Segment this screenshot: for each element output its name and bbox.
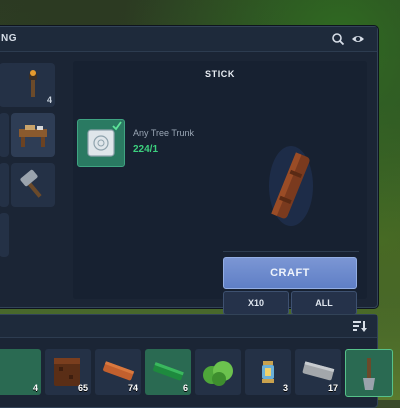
recipe-hammer[interactable] <box>11 163 55 207</box>
sort-icon[interactable] <box>353 320 367 332</box>
panel-title: NG <box>1 33 17 44</box>
recipe-torch[interactable]: 4 <box>11 63 55 107</box>
inventory-slot[interactable]: 65 <box>45 349 91 395</box>
ingredient-name: Any Tree Trunk <box>133 128 195 138</box>
inventory-slot[interactable]: 4 <box>0 349 41 395</box>
craft-all-button[interactable]: ALL <box>291 291 357 315</box>
ingredient-slot[interactable] <box>77 119 125 167</box>
recipe-title: STICK <box>205 69 235 79</box>
item-count: 3 <box>282 383 288 393</box>
recipe-cell[interactable] <box>0 113 9 157</box>
ingredient-count: 224/1 <box>133 144 159 155</box>
inventory-slot-selected[interactable] <box>345 349 393 397</box>
crafting-panel: NG 4 STICK Any Tree Trunk 224/1 CRAFT X1… <box>0 26 378 315</box>
inventory-slot[interactable]: 3 <box>245 349 291 395</box>
item-count: 4 <box>32 383 38 393</box>
stick-icon <box>263 141 319 231</box>
hammer-icon <box>11 163 55 207</box>
search-icon[interactable] <box>331 32 345 46</box>
workbench-icon <box>11 113 55 157</box>
craft-button[interactable]: CRAFT <box>223 257 357 289</box>
recipe-workbench[interactable] <box>11 113 55 157</box>
item-count: 6 <box>182 383 188 393</box>
divider <box>223 251 359 252</box>
recipe-cell[interactable] <box>0 213 9 257</box>
inventory-header <box>0 315 377 338</box>
eye-icon[interactable] <box>351 32 365 46</box>
recipe-cell[interactable] <box>0 163 9 207</box>
inventory-slot[interactable]: 6 <box>145 349 191 395</box>
inventory-slot[interactable]: 74 <box>95 349 141 395</box>
craft-x10-button[interactable]: X10 <box>223 291 289 315</box>
item-count: 74 <box>127 383 138 393</box>
shovel-icon <box>346 350 392 396</box>
recipe-count: 4 <box>46 95 52 105</box>
recipe-detail: STICK Any Tree Trunk 224/1 CRAFT X10 ALL <box>73 61 367 315</box>
panel-header: NG <box>0 27 377 52</box>
leaf-bush-icon <box>195 349 241 395</box>
inventory-slot[interactable] <box>195 349 241 395</box>
check-icon <box>112 121 122 131</box>
item-count: 65 <box>77 383 88 393</box>
inventory-slot[interactable]: 17 <box>295 349 341 395</box>
item-count: 17 <box>327 383 338 393</box>
inventory-bar: 4 65 74 6 3 17 <box>0 314 393 408</box>
